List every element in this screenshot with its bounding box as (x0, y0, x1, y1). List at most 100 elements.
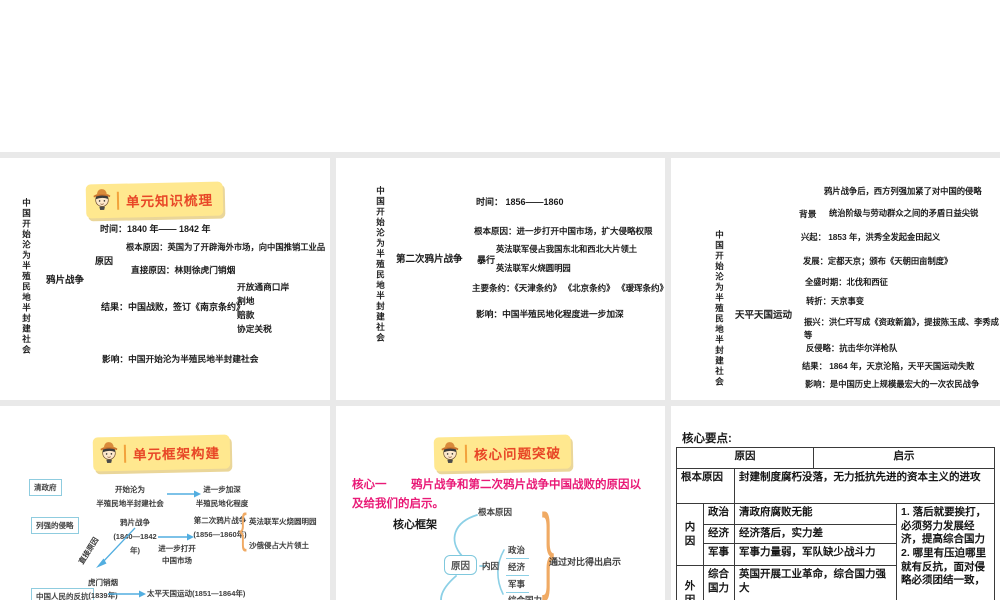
treaty-term: 协定关税 (237, 324, 272, 334)
mid-arrow-label: 进一步打开 中国市场 (155, 543, 199, 567)
value-cell: 经济落后，实力差 (734, 525, 896, 543)
time-line: 时间： 1856——1860 (476, 197, 564, 207)
banner-divider (123, 444, 127, 463)
background-line-1: 鸦片战争后，西方列强加紧了对中国的侵略 (824, 186, 982, 196)
atrocity-label: 暴行 (477, 255, 496, 265)
fact-line: 结果： 1864 年，天京沦陷，天平天国运动失败 (802, 361, 975, 371)
table-row: 经济 经济落后，实力差 (703, 524, 896, 543)
right-brace-shape: } (541, 495, 555, 600)
header-cell-cause: 原因 (734, 450, 756, 462)
section-banner: 单元框架构建 (92, 434, 231, 472)
treaty-term: 割地 (237, 296, 255, 306)
mindmap-curves (440, 514, 505, 600)
insight-cell: 1. 落后就要挨打，必须努力发展经济，提高综合国力 2. 哪里有压迫哪里就有反抗… (896, 504, 994, 600)
arrow-right-icon (158, 533, 194, 541)
external-label-cell: 外因 (684, 579, 696, 600)
atrocity-line: 英法联军侵占我国东北和西北大片领土 (496, 244, 638, 254)
insight-point-2: 2. 哪里有压迫哪里就有反抗，面对侵略必须团结一致， (901, 546, 987, 587)
table-body: 内因 政治 清政府腐败无能 经济 经济落后，实力差 军事 军事力量弱，军队缺少战 (677, 503, 994, 600)
mindmap-item: 综合国力 (506, 594, 546, 600)
branch-label-taiping: 天平天国运动 (735, 310, 793, 321)
value-cell: 英国开展工业革命，综合国力强大 (734, 566, 896, 600)
banner-title: 单元框架构建 (132, 445, 221, 463)
arrow-right-icon (108, 590, 146, 598)
branch-label-second-opium-war: 第二次鸦片战争 (396, 254, 463, 265)
fact-line: 转折：天京事变 (806, 296, 865, 306)
internal-cause-node: 内因 (482, 561, 500, 571)
fact-line: 反侵略：抗击华尔洋枪队 (806, 343, 898, 353)
key-points-heading: 核心要点: (682, 433, 732, 445)
cause-label: 原因 (95, 256, 114, 266)
table-row: 政治 清政府腐败无能 (703, 504, 896, 524)
aspect-cell: 军事 (703, 544, 734, 565)
brace-item: 英法联军火烧圆明园 (249, 517, 317, 526)
student-cartoon-icon (92, 187, 113, 215)
slide-thumbnail-6[interactable]: 核心要点: 原因 启示 根本原因 封建制度腐朽没落，无力抵抗先进的资本主义的进攻… (671, 406, 1000, 600)
fact-line: 全盛时期：北伐和西征 (805, 277, 888, 287)
vertical-unit-title: 中国开始沦为半殖民地半封建社会 (21, 198, 32, 356)
vertical-unit-title: 中国开始沦为半殖民地半封建社会 (714, 230, 725, 388)
slide-thumbnail-2[interactable]: 中国开始沦为半殖民地半封建社会 第二次鸦片战争 时间： 1856——1860 根… (336, 158, 665, 400)
external-cause-group: 外因 综合国力 英国开展工业革命，综合国力强大 (677, 565, 896, 600)
root-cause-node: 根本原因 (478, 507, 513, 517)
section-banner: 单元知识梳理 (85, 181, 224, 219)
treaty-term: 开放通商口岸 (237, 282, 290, 292)
insight-point-1: 1. 落后就要挨打，必须努力发展经济，提高综合国力 (901, 506, 987, 546)
internal-label-cell: 内因 (684, 520, 696, 547)
mindmap-item: 经济 (506, 561, 530, 576)
treaty-term: 赔款 (237, 310, 255, 320)
root-cause-line: 根本原因：进一步打开中国市场，扩大侵略权限 (474, 226, 653, 236)
value-cell: 清政府腐败无能 (734, 504, 896, 524)
mid-arrow-label-1: 进一步打开 (158, 544, 196, 553)
taiping-node: 太平天国运动(1851—1864年) (147, 589, 246, 598)
background-line-2: 统治阶级与劳动群众之间的矛盾日益尖锐 (829, 208, 979, 218)
table-row-root-cause: 根本原因 封建制度腐朽没落，无力抵抗先进的资本主义的进攻 (677, 468, 994, 503)
vertical-unit-title: 中国开始沦为半殖民地半封建社会 (375, 186, 386, 344)
direct-cause-line: 直接原因：林则徐虎门销烟 (131, 265, 236, 275)
internal-cause-group: 内因 政治 清政府腐败无能 经济 经济落后，实力差 军事 军事力量弱，军队缺少战 (677, 504, 896, 565)
left-brace-shape: { (239, 505, 247, 552)
stage2-line1: 进一步加深 (203, 485, 241, 494)
fact-line: 振兴：洪仁玕写成《资政新篇》，提拔陈玉成、李秀成等 (804, 317, 999, 340)
result-line: 结果：中国战败，签订《南京条约》 (101, 302, 246, 312)
key-points-table: 原因 启示 根本原因 封建制度腐朽没落，无力抵抗先进的资本主义的进攻 内因 政治… (676, 447, 995, 600)
mindmap-item: 军事 (506, 578, 530, 593)
stage1-line2: 半殖民地半封建社会 (96, 499, 164, 508)
root-cause-line: 根本原因：英国为了开辟海外市场，向中国推销工业品 (126, 242, 326, 252)
impact-line: 影响：中国开始沦为半殖民地半封建社会 (102, 354, 259, 364)
cause-node-box: 原因 (444, 555, 478, 575)
cause-columns: 内因 政治 清政府腐败无能 经济 经济落后，实力差 军事 军事力量弱，军队缺少战 (677, 504, 896, 600)
impact-line: 影响：中国半殖民地化程度进一步加深 (476, 309, 624, 319)
branch-label-opium-war: 鸦片战争 (46, 275, 85, 286)
header-cell-insight: 启示 (813, 448, 994, 468)
treaties-line: 主要条约：《天津条约》 《北京条约》 《瑷珲条约》 (472, 283, 665, 293)
root-cause-label-cell: 根本原因 (681, 471, 723, 483)
slide-thumbnail-5[interactable]: 核心问题突破 核心一 鸦片战争和第二次鸦片战争中国战败的原因以 及给我们的启示。… (336, 406, 665, 600)
slide-thumbnail-3[interactable]: 中国开始沦为半殖民地半封建社会 天平天国运动 鸦片战争后，西方列强加紧了对中国的… (671, 158, 1000, 400)
mindmap-item: 政治 (506, 544, 530, 559)
qing-government-box: 清政府 (29, 479, 62, 496)
slide-thumbnail-4[interactable]: 单元框架构建 清政府 开始沦为 半殖民地半封建社会 进一步加深 半殖民地化程度 … (0, 406, 330, 600)
internal-rows: 政治 清政府腐败无能 经济 经济落后，实力差 军事 军事力量弱，军队缺少战斗力 (703, 504, 896, 565)
aspect-cell: 政治 (703, 504, 734, 524)
slide-thumbnail-1[interactable]: 中国开始沦为半殖民地半封建社会 单元知识梳理 鸦片战争 时间：1840 年—— … (0, 158, 330, 400)
time-line: 时间：1840 年—— 1842 年 (100, 224, 211, 234)
mid-arrow-label-2: 中国市场 (162, 556, 192, 565)
stage1-text: 开始沦为 半殖民地半封建社会 (95, 483, 165, 511)
brace-item: 沙俄侵占大片领土 (249, 541, 309, 550)
atrocity-line: 英法联军火烧圆明园 (496, 263, 571, 273)
student-cartoon-icon (99, 440, 120, 468)
banner-divider (116, 191, 120, 210)
stage1-line1: 开始沦为 (115, 485, 145, 494)
fact-line: 影响：是中国历史上规模最宏大的一次农民战争 (805, 379, 980, 389)
table-header-row: 原因 启示 (677, 448, 994, 468)
background-label: 背景 (799, 209, 817, 219)
fact-line: 发展：定都天京；颁布《天朝田亩制度》 (803, 256, 953, 266)
aspect-cell: 综合国力 (703, 566, 734, 600)
root-cause-text-cell: 封建制度腐朽没落，无力抵抗先进的资本主义的进攻 (734, 469, 994, 503)
aspect-cell: 经济 (703, 525, 734, 543)
fact-line: 兴起： 1853 年，洪秀全发起金田起义 (801, 232, 941, 242)
banner-title: 单元知识梳理 (125, 192, 214, 210)
table-row: 军事 军事力量弱，军队缺少战斗力 (703, 543, 896, 565)
value-cell: 军事力量弱，军队缺少战斗力 (734, 544, 896, 565)
